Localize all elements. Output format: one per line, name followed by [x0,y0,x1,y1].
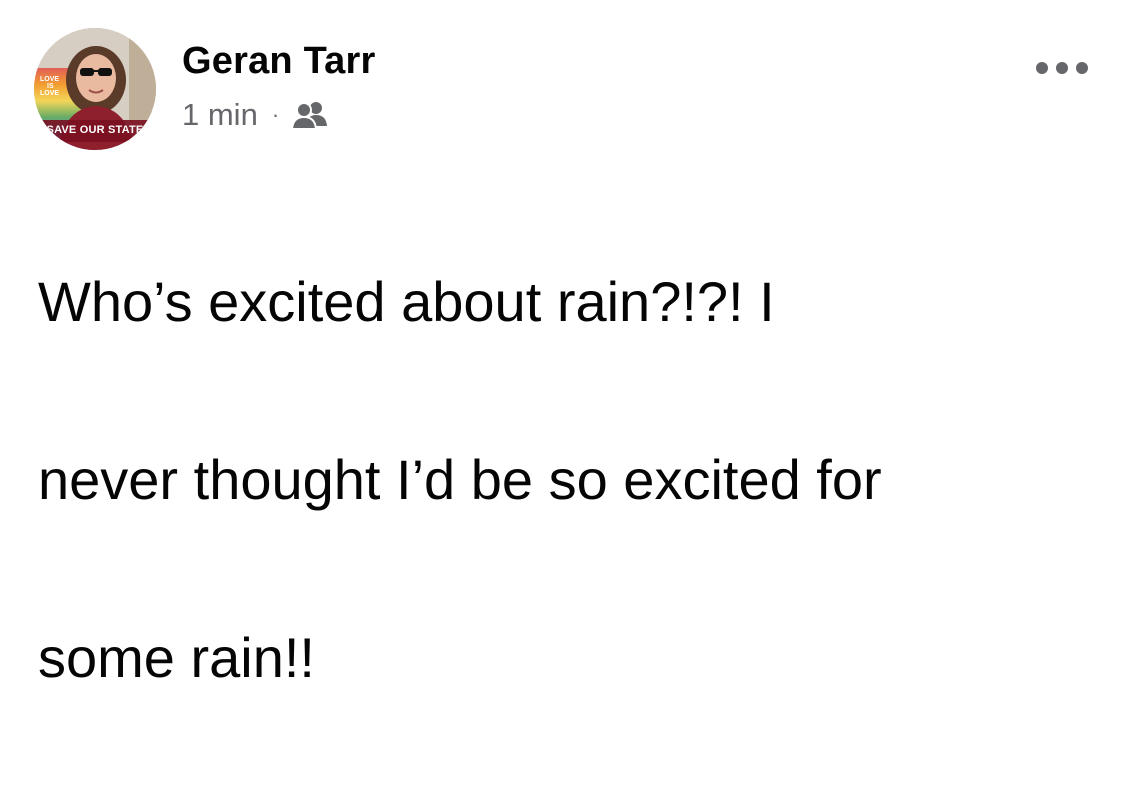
avatar-overlay-banner-text: SAVE OUR STATE [46,124,144,136]
avatar[interactable]: LOVE IS LOVE SAVE OUR STATE [34,28,156,150]
post-text-line: never thought I’d be so excited for [38,448,882,511]
more-dot [1036,62,1048,74]
post-card: LOVE IS LOVE SAVE OUR STATE Geran Tarr 1… [0,0,1125,689]
timestamp[interactable]: 1 min [182,97,258,133]
meta-separator: · [271,102,280,127]
post-meta: 1 min · [182,97,329,133]
more-options-icon[interactable] [1036,55,1088,81]
post-body-text: Who’s excited about rain?!?! I never tho… [38,168,1098,791]
avatar-overlay-line: LOVE [40,90,60,97]
more-dot [1056,62,1068,74]
avatar-overlay-love: LOVE IS LOVE [40,76,59,97]
post-text-line: some rain!! [38,626,315,689]
avatar-overlay-line: LOVE [40,76,60,83]
post-text-line: Who’s excited about rain?!?! I [38,270,775,333]
avatar-overlay-line: IS [47,83,54,90]
author-name[interactable]: Geran Tarr [182,40,375,83]
more-dot [1076,62,1088,74]
friends-icon[interactable] [291,100,329,130]
